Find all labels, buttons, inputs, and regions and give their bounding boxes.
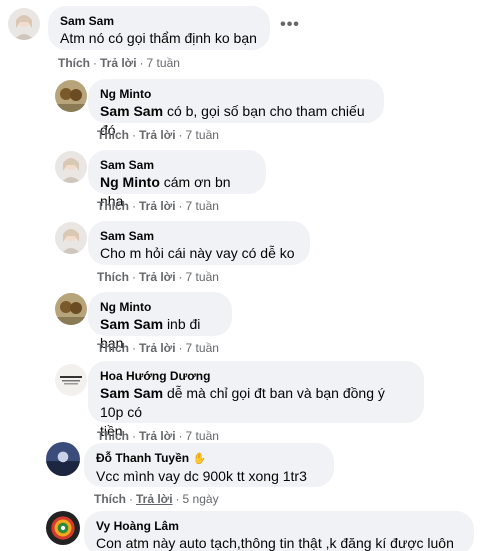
comment-bubble: Đỗ Thanh Tuyền ✋ Vcc mình vay dc 900k tt…: [84, 443, 334, 487]
like-link[interactable]: Thích: [97, 270, 129, 284]
like-link[interactable]: Thích: [97, 341, 129, 355]
like-link[interactable]: Thích: [97, 429, 129, 443]
comment-actions: Thích · Trả lời · 7 tuần: [58, 56, 180, 70]
comment-author[interactable]: Vy Hoàng Lâm: [96, 518, 462, 534]
like-link[interactable]: Thích: [97, 128, 129, 142]
comment-bubble: Vy Hoàng Lâm Con atm này auto tạch,thông…: [84, 511, 474, 551]
reply-link[interactable]: Trả lời: [139, 128, 176, 142]
like-link[interactable]: Thích: [58, 56, 90, 70]
avatar-sam-sam[interactable]: [8, 8, 40, 40]
comment-time[interactable]: 7 tuần: [186, 341, 219, 355]
comment-actions: Thích · Trả lời · 7 tuần: [97, 429, 219, 443]
comment-text: Con atm này auto tạch,thông tin thật ,k …: [96, 535, 454, 551]
comment-actions: Thích · Trả lời · 7 tuần: [97, 128, 219, 142]
comment-author[interactable]: Ng Minto: [100, 86, 372, 102]
reply-link[interactable]: Trả lời: [100, 56, 137, 70]
comment-time[interactable]: 7 tuần: [186, 128, 219, 142]
comment-actions: Thích · Trả lời · 7 tuần: [97, 270, 219, 284]
comment-time[interactable]: 7 tuần: [186, 270, 219, 284]
comment-time[interactable]: 7 tuần: [186, 199, 219, 213]
mention-link[interactable]: Sam Sam: [100, 385, 163, 401]
avatar-ng-minto[interactable]: [55, 80, 87, 112]
avatar-hoa-huong-duong[interactable]: [55, 364, 87, 396]
like-link[interactable]: Thích: [94, 492, 126, 506]
mention-link[interactable]: Sam Sam: [100, 103, 163, 119]
comment-author[interactable]: Đỗ Thanh Tuyền ✋: [96, 450, 322, 467]
comment-text: Vcc mình vay dc 900k tt xong 1tr3: [96, 468, 307, 484]
mention-link[interactable]: Sam Sam: [100, 316, 163, 332]
comment-bubble: Sam Sam Atm nó có gọi thẩm định ko bạn: [48, 6, 270, 50]
reply-link[interactable]: Trả lời: [136, 492, 173, 506]
comment-author[interactable]: Ng Minto: [100, 299, 220, 315]
comment-bubble: Sam Sam Cho m hỏi cái này vay có dễ ko: [88, 221, 310, 265]
comment-bubble: Sam Sam Ng Minto cám ơn bn nha: [88, 150, 266, 209]
comment-author[interactable]: Sam Sam: [100, 228, 298, 244]
more-options-icon[interactable]: •••: [278, 16, 302, 40]
comment-text: Atm nó có gọi thẩm định ko bạn: [60, 30, 257, 46]
comment-actions: Thích · Trả lời · 7 tuần: [97, 341, 219, 355]
comment-actions: Thích · Trả lời · 7 tuần: [97, 199, 219, 213]
comment-text: Cho m hỏi cái này vay có dễ ko: [100, 245, 295, 261]
reply-link[interactable]: Trả lời: [139, 270, 176, 284]
comment-time[interactable]: 5 ngày: [183, 492, 219, 506]
reply-link[interactable]: Trả lời: [139, 429, 176, 443]
comment-bubble: Ng Minto Sam Sam có b, gọi số bạn cho th…: [88, 79, 384, 138]
avatar-do-thanh-tuyen[interactable]: [46, 442, 80, 476]
reply-link[interactable]: Trả lời: [139, 199, 176, 213]
avatar-vy-hoang-lam[interactable]: [46, 511, 80, 545]
like-link[interactable]: Thích: [97, 199, 129, 213]
avatar-ng-minto[interactable]: [55, 293, 87, 325]
comment-bubble: Hoa Hướng Dương Sam Sam dễ mà chỉ gọi đt…: [88, 361, 424, 439]
avatar-sam-sam[interactable]: [55, 222, 87, 254]
comment-actions: Thích · Trả lời · 5 ngày: [94, 492, 219, 506]
comment-author[interactable]: Hoa Hướng Dương: [100, 368, 412, 384]
mention-link[interactable]: Ng Minto: [100, 174, 160, 190]
waving-hand-icon: ✋: [192, 453, 207, 465]
reply-link[interactable]: Trả lời: [139, 341, 176, 355]
comment-author[interactable]: Sam Sam: [60, 13, 258, 29]
comment-time[interactable]: 7 tuần: [186, 429, 219, 443]
comment-time[interactable]: 7 tuần: [147, 56, 180, 70]
comment-author[interactable]: Sam Sam: [100, 157, 254, 173]
avatar-sam-sam[interactable]: [55, 151, 87, 183]
comment-bubble: Ng Minto Sam Sam inb đi bạn: [88, 292, 232, 351]
